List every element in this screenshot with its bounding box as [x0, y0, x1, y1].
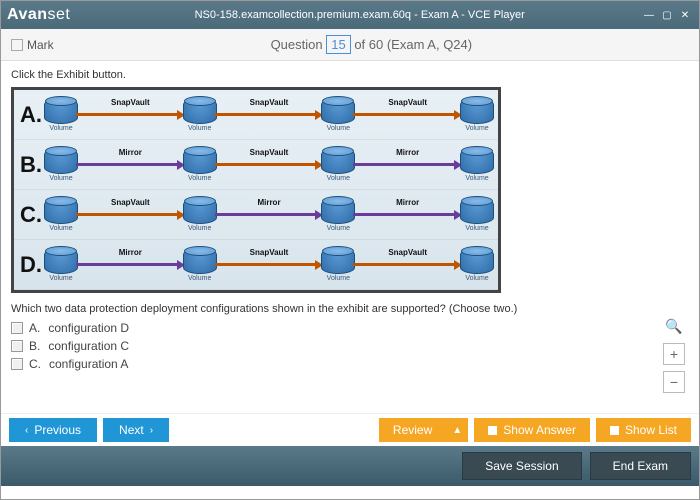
show-list-label: Show List — [625, 423, 677, 437]
answer-option[interactable]: B. configuration C — [11, 339, 689, 353]
volume-icon: Volume — [460, 248, 494, 282]
answer-letter: B. — [29, 339, 40, 353]
end-exam-button[interactable]: End Exam — [590, 452, 691, 480]
review-button[interactable]: Review — [379, 418, 446, 442]
snapvault-arrow: SnapVault — [215, 108, 324, 122]
next-label: Next — [119, 423, 144, 437]
question-number: 15 — [326, 35, 350, 54]
mark-checkbox[interactable] — [11, 39, 23, 51]
zoom-out-button[interactable]: − — [663, 371, 685, 393]
volume-icon: Volume — [321, 98, 355, 132]
question-text: Which two data protection deployment con… — [11, 303, 689, 315]
snapvault-arrow: SnapVault — [215, 258, 324, 272]
close-button[interactable]: ✕ — [677, 8, 693, 22]
chevron-right-icon: › — [150, 425, 153, 436]
volume-icon: Volume — [183, 148, 217, 182]
exhibit-row: D.VolumeMirrorVolumeSnapVaultVolumeSnapV… — [14, 240, 498, 290]
answer-option[interactable]: A. configuration D — [11, 321, 689, 335]
chevron-left-icon: ‹ — [25, 425, 28, 436]
zoom-in-button[interactable]: + — [663, 343, 685, 365]
mirror-arrow: Mirror — [353, 208, 462, 222]
exhibit-row: C.VolumeSnapVaultVolumeMirrorVolumeMirro… — [14, 190, 498, 240]
question-header: Mark Question 15 of 60 (Exam A, Q24) — [1, 29, 699, 61]
review-label: Review — [393, 423, 432, 437]
answer-checkbox[interactable] — [11, 340, 23, 352]
maximize-button[interactable]: ▢ — [659, 8, 675, 22]
volume-icon: Volume — [44, 248, 78, 282]
answer-text: configuration A — [49, 357, 128, 371]
review-dropdown[interactable]: ▲ — [446, 418, 468, 442]
mirror-arrow: Mirror — [353, 158, 462, 172]
zoom-controls: 🔍 + − — [663, 315, 685, 393]
answer-letter: A. — [29, 321, 40, 335]
snapvault-arrow: SnapVault — [215, 158, 324, 172]
answer-text: configuration D — [48, 321, 129, 335]
next-button[interactable]: Next › — [103, 418, 169, 442]
stop-icon — [488, 426, 497, 435]
snapvault-arrow: SnapVault — [353, 108, 462, 122]
previous-label: Previous — [34, 423, 81, 437]
answer-checkbox[interactable] — [11, 322, 23, 334]
title-bar: Avanset NS0-158.examcollection.premium.e… — [1, 1, 699, 29]
answer-letter: C. — [29, 357, 41, 371]
show-list-button[interactable]: Show List — [596, 418, 691, 442]
volume-chain: VolumeMirrorVolumeSnapVaultVolumeMirrorV… — [44, 148, 498, 182]
answer-list: A. configuration D B. configuration C C. conf… — [11, 321, 689, 371]
volume-icon: Volume — [321, 198, 355, 232]
window-controls: — ▢ ✕ — [641, 8, 693, 22]
exhibit-image: A.VolumeSnapVaultVolumeSnapVaultVolumeSn… — [11, 87, 501, 293]
answer-text: configuration C — [48, 339, 129, 353]
mirror-arrow: Mirror — [76, 158, 185, 172]
answer-option[interactable]: C. configuration A — [11, 357, 689, 371]
row-label: A. — [14, 102, 44, 128]
exhibit-row: A.VolumeSnapVaultVolumeSnapVaultVolumeSn… — [14, 90, 498, 140]
volume-icon: Volume — [44, 198, 78, 232]
previous-button[interactable]: ‹ Previous — [9, 418, 97, 442]
content-area: Click the Exhibit button. A.VolumeSnapVa… — [1, 61, 699, 413]
row-label: D. — [14, 252, 44, 278]
volume-icon: Volume — [460, 148, 494, 182]
volume-chain: VolumeSnapVaultVolumeSnapVaultVolumeSnap… — [44, 98, 498, 132]
save-session-button[interactable]: Save Session — [462, 452, 581, 480]
volume-chain: VolumeSnapVaultVolumeMirrorVolumeMirrorV… — [44, 198, 498, 232]
row-label: C. — [14, 202, 44, 228]
question-counter: Question 15 of 60 (Exam A, Q24) — [54, 35, 689, 54]
mirror-arrow: Mirror — [215, 208, 324, 222]
nav-bar: ‹ Previous Next › Review ▲ Show Answer S… — [1, 413, 699, 446]
volume-icon: Volume — [321, 248, 355, 282]
snapvault-arrow: SnapVault — [76, 208, 185, 222]
volume-icon: Volume — [460, 198, 494, 232]
volume-icon: Volume — [321, 148, 355, 182]
mirror-arrow: Mirror — [76, 258, 185, 272]
volume-icon: Volume — [44, 98, 78, 132]
exhibit-prompt: Click the Exhibit button. — [11, 69, 689, 81]
volume-icon: Volume — [183, 248, 217, 282]
triangle-up-icon: ▲ — [452, 425, 462, 436]
minimize-button[interactable]: — — [641, 8, 657, 22]
volume-icon: Volume — [460, 98, 494, 132]
volume-icon: Volume — [183, 198, 217, 232]
show-answer-button[interactable]: Show Answer — [474, 418, 590, 442]
exhibit-row: B.VolumeMirrorVolumeSnapVaultVolumeMirro… — [14, 140, 498, 190]
volume-icon: Volume — [183, 98, 217, 132]
show-answer-label: Show Answer — [503, 423, 576, 437]
app-logo: Avanset — [7, 6, 70, 24]
volume-chain: VolumeMirrorVolumeSnapVaultVolumeSnapVau… — [44, 248, 498, 282]
magnify-icon[interactable]: 🔍 — [663, 315, 685, 337]
bottom-bar: Save Session End Exam — [1, 446, 699, 486]
snapvault-arrow: SnapVault — [353, 258, 462, 272]
volume-icon: Volume — [44, 148, 78, 182]
window-title: NS0-158.examcollection.premium.exam.60q … — [78, 9, 641, 21]
answer-checkbox[interactable] — [11, 358, 23, 370]
row-label: B. — [14, 152, 44, 178]
stop-icon — [610, 426, 619, 435]
mark-label: Mark — [27, 38, 54, 52]
snapvault-arrow: SnapVault — [76, 108, 185, 122]
